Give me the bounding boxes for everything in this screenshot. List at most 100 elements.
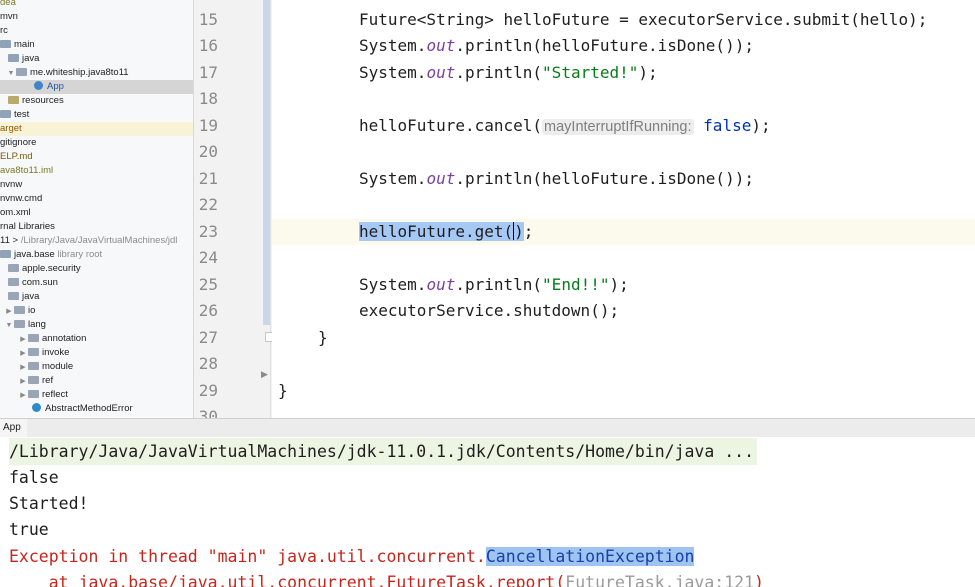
stacktrace-source-link[interactable]: FutureTask.java:121 — [565, 573, 754, 587]
line-number: 17 — [198, 63, 218, 82]
tree-item[interactable]: ▶ ref — [0, 374, 193, 389]
tree-item-label: java — [22, 291, 40, 302]
code-string: "End!!" — [542, 275, 610, 294]
tree-item-label: rc — [0, 25, 8, 36]
code-text: helloFuture.get( — [359, 222, 514, 241]
code-line: } — [272, 325, 975, 351]
tree-item-label: AbstractMethodError — [45, 403, 133, 414]
tree-item[interactable]: main — [0, 38, 193, 52]
package-icon — [16, 68, 27, 76]
tree-item[interactable]: mvn — [0, 10, 193, 24]
tree-item[interactable]: java — [0, 52, 193, 66]
code-text: ; — [523, 222, 534, 241]
exception-class-link[interactable]: CancellationException — [485, 547, 695, 566]
tree-item[interactable]: om.xml — [0, 206, 193, 220]
tree-item-label: ref — [42, 375, 54, 386]
code-field: out — [426, 36, 456, 55]
tree-item-label: test — [14, 109, 30, 120]
chevron-right-icon[interactable]: ▶ — [18, 389, 28, 403]
code-field: out — [426, 169, 456, 188]
tree-item[interactable]: ELP.md — [0, 150, 193, 164]
code-line: Future<String> helloFuture = executorSer… — [272, 7, 975, 33]
tree-item-selected[interactable]: App — [0, 80, 193, 94]
tree-item-label: dea — [0, 0, 16, 8]
tree-item[interactable]: test — [0, 108, 193, 122]
code-text: Future<String> helloFuture = executorSer… — [359, 10, 928, 29]
package-icon — [8, 278, 19, 286]
folder-icon — [0, 250, 11, 258]
tree-item[interactable]: ava8to11.iml — [0, 164, 193, 178]
chevron-right-icon[interactable]: ▶ — [18, 347, 28, 361]
code-text: System. — [359, 36, 427, 55]
run-tab-bar: App — [0, 418, 975, 438]
tree-item-label: mvn — [0, 11, 18, 22]
chevron-down-icon[interactable]: ▼ — [4, 319, 14, 333]
tree-item[interactable]: ▼ me.whiteship.java8to11 — [0, 66, 193, 81]
tree-item[interactable]: java — [0, 290, 193, 304]
tree-item-label: annotation — [42, 333, 87, 344]
console-command-line[interactable]: /Library/Java/JavaVirtualMachines/jdk-11… — [9, 438, 758, 465]
tree-item[interactable]: nvnw — [0, 178, 193, 192]
tree-item[interactable]: arget — [0, 122, 193, 136]
code-keyword: false — [703, 116, 752, 135]
resources-folder-icon — [8, 96, 19, 104]
package-icon — [28, 334, 39, 342]
tree-item[interactable]: rc — [0, 24, 193, 38]
tree-item[interactable]: dea — [0, 0, 193, 10]
tree-item[interactable]: apple.security — [0, 262, 193, 276]
tree-item[interactable]: gitignore — [0, 136, 193, 150]
line-number: 29 — [198, 381, 218, 400]
tree-item-label: nvnw — [0, 179, 23, 190]
console-stacktrace-line: at java.base/java.util.concurrent.Future… — [9, 569, 764, 587]
run-tab-app[interactable]: App — [0, 419, 27, 437]
code-line: System.out.println("Started!"); — [272, 60, 975, 86]
code-line: helloFuture.cancel(mayInterruptIfRunning… — [272, 113, 975, 139]
tree-item-label: ELP.md — [0, 151, 33, 162]
tree-item[interactable]: ▶ annotation — [0, 332, 193, 347]
tree-item-label: invoke — [42, 347, 70, 358]
tree-item[interactable]: ▶ reflect — [0, 388, 193, 403]
tree-item[interactable]: ▶ io — [0, 304, 193, 319]
chevron-right-icon[interactable]: ▶ — [18, 375, 28, 389]
tree-item[interactable]: rnal Libraries — [0, 220, 193, 234]
code-text: .println(helloFuture.isDone()); — [455, 36, 754, 55]
tree-item-label: 11 > — [0, 235, 19, 246]
package-icon — [28, 348, 39, 356]
code-line: System.out.println(helloFuture.isDone())… — [272, 33, 975, 59]
code-text: ); — [638, 63, 658, 82]
tree-item-label: om.xml — [0, 207, 31, 218]
line-number: 24 — [198, 248, 218, 267]
tree-item[interactable]: ▶ module — [0, 360, 193, 375]
breakpoint-arrow-icon: ▶ — [261, 369, 268, 379]
console-output-line: Started! — [9, 494, 89, 513]
tree-item[interactable]: resources — [0, 94, 193, 108]
package-icon — [8, 292, 19, 300]
code-field: out — [426, 63, 456, 82]
package-icon — [8, 264, 19, 272]
console-output-line: false — [9, 468, 59, 487]
tree-item[interactable]: ▼ lang — [0, 318, 193, 333]
code-line: System.out.println(helloFuture.isDone())… — [272, 166, 975, 192]
selected-text[interactable]: helloFuture.get() — [359, 222, 524, 241]
code-text: .println(helloFuture.isDone()); — [455, 169, 754, 188]
code-text: ) — [514, 222, 524, 241]
vcs-change-marker[interactable] — [263, 0, 270, 325]
tree-item[interactable]: java.base library root — [0, 248, 193, 262]
chevron-right-icon[interactable]: ▶ — [4, 305, 14, 319]
tree-item-label: arget — [0, 123, 22, 134]
chevron-down-icon[interactable]: ▼ — [6, 67, 16, 81]
folder-icon — [0, 110, 11, 118]
tree-item-label: java.base — [14, 249, 55, 260]
chevron-right-icon[interactable]: ▶ — [18, 361, 28, 375]
class-icon — [34, 81, 43, 90]
tree-item[interactable]: 11 > /Library/Java/JavaVirtualMachines/j… — [0, 234, 193, 248]
tree-item[interactable]: AbstractMethodError — [0, 402, 193, 416]
chevron-right-icon[interactable]: ▶ — [18, 333, 28, 347]
run-console[interactable]: /Library/Java/JavaVirtualMachines/jdk-11… — [0, 437, 975, 587]
tree-item[interactable]: ▶ invoke — [0, 346, 193, 361]
tree-item[interactable]: com.sun — [0, 276, 193, 290]
parameter-hint: mayInterruptIfRunning: — [542, 119, 694, 135]
code-editor[interactable]: Future<String> helloFuture = executorSer… — [272, 0, 975, 418]
code-text: .println( — [455, 63, 543, 82]
tree-item[interactable]: nvnw.cmd — [0, 192, 193, 206]
